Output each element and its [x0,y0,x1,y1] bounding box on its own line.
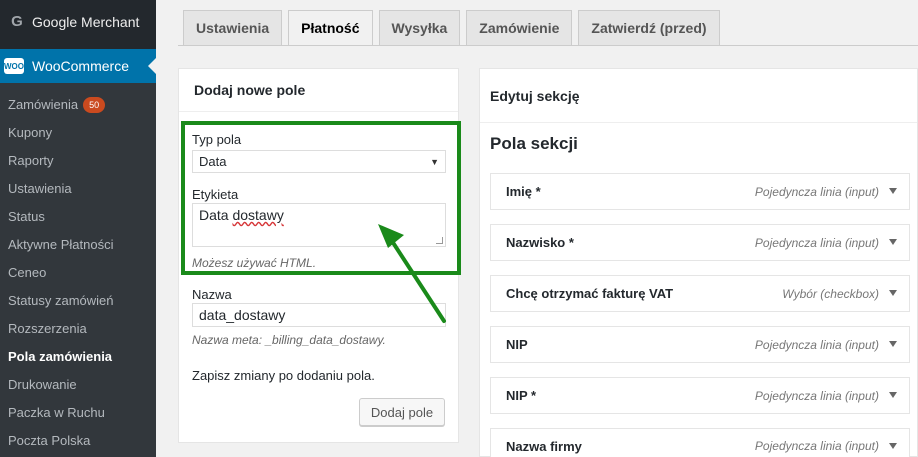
section-field-row[interactable]: Chcę otrzymać fakturę VAT Wybór (checkbo… [490,275,910,312]
orders-count-badge: 50 [83,97,106,113]
add-field-button[interactable]: Dodaj pole [359,398,445,426]
submenu-item-ceneo[interactable]: Ceneo [0,259,156,287]
sidebar-item-google-merchant[interactable]: G Google Merchant [0,0,156,43]
annotation-arrow-icon [378,224,446,323]
tab-order[interactable]: Zamówienie [466,10,573,45]
woocommerce-icon: WOO [4,58,24,74]
field-name-label: Nazwa [192,287,232,302]
tabs-divider [178,45,918,46]
section-fields-title: Pola sekcji [490,134,578,153]
submenu-item-paczka-w-ruchu[interactable]: Paczka w Ruchu [0,399,156,427]
submenu-item-order-fields[interactable]: Pola zamówienia [0,343,156,371]
expand-arrow-icon[interactable] [889,341,897,347]
admin-sidebar: G Google Merchant WOO WooCommerce Zamówi… [0,0,156,457]
edit-section-heading: Edytuj sekcję [480,69,917,123]
woocommerce-submenu: Zamówienia 50 Kupony Raporty Ustawienia … [0,83,156,457]
sidebar-item-label: Google Merchant [32,13,140,30]
google-icon: G [11,13,23,30]
section-field-row[interactable]: Nazwa firmy Pojedyncza linia (input) [490,428,910,457]
submenu-item-reports[interactable]: Raporty [0,147,156,175]
expand-arrow-icon[interactable] [889,188,897,194]
tab-payment[interactable]: Płatność [288,10,373,45]
edit-section-panel: Edytuj sekcję Pola sekcji Imię * Pojedyn… [479,68,918,457]
section-tabs: Ustawienia Płatność Wysyłka Zamówienie Z… [183,10,726,45]
tab-shipping[interactable]: Wysyłka [378,10,461,45]
submenu-item-coupons[interactable]: Kupony [0,119,156,147]
submenu-item-orders[interactable]: Zamówienia 50 [0,91,156,119]
section-field-row[interactable]: Imię * Pojedyncza linia (input) [490,173,910,210]
sidebar-item-label: WooCommerce [32,58,129,74]
tab-confirm-before[interactable]: Zatwierdź (przed) [578,10,720,45]
expand-arrow-icon[interactable] [889,392,897,398]
submenu-item-status[interactable]: Status [0,203,156,231]
save-note: Zapisz zmiany po dodaniu pola. [192,368,375,383]
section-field-row[interactable]: NIP Pojedyncza linia (input) [490,326,910,363]
submenu-item-extensions[interactable]: Rozszerzenia [0,315,156,343]
expand-arrow-icon[interactable] [889,239,897,245]
submenu-item-printing[interactable]: Drukowanie [0,371,156,399]
tab-settings[interactable]: Ustawienia [183,10,283,45]
expand-arrow-icon[interactable] [889,290,897,296]
sidebar-item-woocommerce[interactable]: WOO WooCommerce [0,49,156,83]
submenu-item-order-statuses[interactable]: Statusy zamówień [0,287,156,315]
section-field-row[interactable]: Nazwisko * Pojedyncza linia (input) [490,224,910,261]
section-field-row[interactable]: NIP * Pojedyncza linia (input) [490,377,910,414]
field-name-hint: Nazwa meta: _billing_data_dostawy. [192,333,386,347]
submenu-item-poczta-polska[interactable]: Poczta Polska [0,427,156,455]
expand-arrow-icon[interactable] [889,443,897,449]
add-field-heading: Dodaj nowe pole [179,69,458,112]
submenu-item-settings[interactable]: Ustawienia [0,175,156,203]
submenu-item-active-payments[interactable]: Aktywne Płatności [0,231,156,259]
